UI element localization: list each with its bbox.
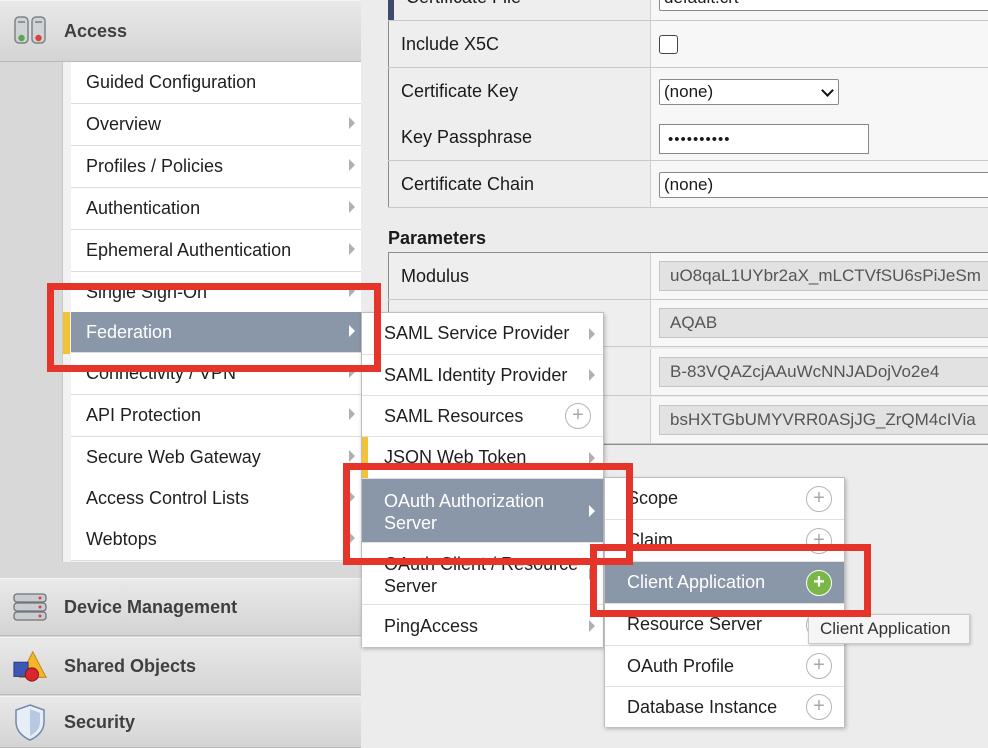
row-certificate-file: Certificate File default.crt (388, 0, 988, 21)
nav-section-shared-objects[interactable]: Shared Objects (0, 637, 361, 695)
add-icon[interactable]: + (565, 403, 591, 429)
access-item-label: Profiles / Policies (86, 156, 224, 176)
menu-item-scope[interactable]: Scope + (605, 478, 844, 520)
chevron-right-icon (349, 201, 355, 213)
certificate-file-value: default.crt (664, 0, 739, 8)
menu-item-pingaccess[interactable]: PingAccess (362, 605, 603, 647)
parameter-cell: AQAB (651, 300, 988, 346)
chevron-right-icon (589, 369, 595, 381)
chevron-right-icon (349, 159, 355, 171)
nav-section-access[interactable]: Access (0, 0, 361, 62)
parameters-heading: Parameters (388, 228, 487, 248)
add-icon[interactable]: + (806, 653, 832, 679)
certificate-chain-cell: (none) (651, 161, 988, 207)
access-item-label: Webtops (86, 529, 157, 549)
menu-item-saml-service-provider[interactable]: SAML Service Provider (362, 313, 603, 355)
row-include-x5c: Include X5C (388, 21, 988, 68)
menu-item-label: OAuth Profile (627, 655, 735, 676)
parameter-value: bsHXTGbUMYVRR0ASjJG_ZrQM4cIVia (659, 405, 988, 435)
highlight-box-federation (47, 283, 381, 372)
parameter-cell: bsHXTGbUMYVRR0ASjJG_ZrQM4cIVia (651, 397, 988, 443)
access-item-secure-web-gateway[interactable]: Secure Web Gateway (71, 437, 362, 479)
chevron-right-icon (589, 620, 595, 632)
key-passphrase-input[interactable]: •••••••••• (659, 124, 869, 154)
certificate-key-value: (none) (664, 82, 714, 101)
main-navigation: Access Guided Configuration Overview Pro… (0, 0, 362, 748)
access-icon (12, 13, 48, 49)
chevron-right-icon (349, 117, 355, 129)
nav-section-shared-objects-label: Shared Objects (64, 655, 197, 676)
chevron-right-icon (349, 243, 355, 255)
add-icon[interactable]: + (806, 694, 832, 720)
certificate-key-label: Certificate Key (388, 68, 651, 114)
modulus-label: Modulus (388, 253, 651, 299)
menu-item-label: SAML Resources (384, 405, 524, 426)
menu-item-label: SAML Service Provider (384, 323, 570, 343)
server-icon (12, 589, 48, 625)
shield-icon (12, 704, 48, 741)
add-icon[interactable]: + (806, 485, 832, 512)
access-item-label: Authentication (86, 198, 201, 218)
row-modulus: Modulus uO8qaL1UYbr2aX_mLCTVfSU6sPiJeSm (388, 253, 988, 300)
certificate-file-cell: default.crt (651, 0, 988, 20)
menu-item-label: PingAccess (384, 615, 479, 636)
menu-item-database-instance[interactable]: Database Instance + (605, 687, 844, 727)
access-item-webtops[interactable]: Webtops (71, 519, 362, 561)
chevron-right-icon (589, 327, 595, 340)
access-item-ephemeral-authentication[interactable]: Ephemeral Authentication (71, 230, 362, 272)
menu-item-label: Database Instance (627, 696, 778, 717)
modulus-cell: uO8qaL1UYbr2aX_mLCTVfSU6sPiJeSm (651, 253, 988, 299)
access-item-overview[interactable]: Overview (71, 104, 362, 146)
access-item-label: API Protection (86, 405, 202, 425)
key-passphrase-cell: •••••••••• (651, 114, 988, 160)
menu-item-label: Scope (627, 488, 679, 508)
certificate-chain-label: Certificate Chain (388, 161, 651, 207)
access-item-label: Ephemeral Authentication (86, 240, 292, 260)
chevron-right-icon (349, 450, 355, 462)
parameter-cell: B-83VQAZcjAAuWcNNJADojVo2e4 (651, 349, 988, 395)
highlight-box-client-application (590, 544, 871, 617)
parameter-value: AQAB (659, 308, 988, 338)
certificate-key-cell: (none) (651, 68, 988, 114)
nav-section-device-management[interactable]: Device Management (0, 578, 361, 636)
access-item-authentication[interactable]: Authentication (71, 188, 362, 230)
access-item-label: Overview (86, 114, 162, 134)
include-x5c-checkbox[interactable] (659, 35, 678, 54)
chevron-right-icon (589, 451, 595, 464)
tooltip: Client Application (808, 614, 970, 644)
menu-item-oauth-profile[interactable]: OAuth Profile + (605, 646, 844, 687)
nav-section-device-management-label: Device Management (64, 596, 238, 617)
include-x5c-cell (651, 21, 988, 67)
modulus-value: uO8qaL1UYbr2aX_mLCTVfSU6sPiJeSm (659, 261, 988, 291)
nav-section-access-label: Access (64, 20, 128, 41)
parameter-value: B-83VQAZcjAAuWcNNJADojVo2e4 (659, 357, 988, 387)
access-item-api-protection[interactable]: API Protection (71, 395, 362, 437)
access-item-label: Secure Web Gateway (86, 447, 261, 467)
key-passphrase-label: Key Passphrase (388, 114, 651, 160)
menu-item-saml-identity-provider[interactable]: SAML Identity Provider (362, 355, 603, 396)
menu-item-saml-resources[interactable]: SAML Resources + (362, 396, 603, 437)
menu-item-label: Resource Server (627, 614, 763, 634)
chevron-down-icon (821, 84, 834, 97)
row-certificate-key: Certificate Key (none) (388, 68, 988, 115)
certificate-file-select[interactable]: default.crt (659, 0, 988, 11)
access-item-label: Access Control Lists (86, 488, 250, 508)
menu-item-label: SAML Identity Provider (384, 364, 568, 385)
certificate-chain-select[interactable]: (none) (659, 172, 988, 198)
access-item-access-control-lists[interactable]: Access Control Lists (71, 478, 362, 520)
row-certificate-chain: Certificate Chain (none) (388, 161, 988, 208)
certificate-chain-value: (none) (664, 175, 714, 194)
access-item-profiles-policies[interactable]: Profiles / Policies (71, 146, 362, 188)
include-x5c-label: Include X5C (388, 21, 651, 67)
access-item-guided-configuration[interactable]: Guided Configuration (71, 62, 362, 104)
access-item-label: Guided Configuration (86, 72, 257, 92)
row-key-passphrase: Key Passphrase •••••••••• (388, 114, 988, 161)
nav-section-security[interactable]: Security (0, 696, 361, 748)
nav-section-security-label: Security (64, 711, 136, 732)
chevron-right-icon (349, 408, 355, 420)
shapes-icon (12, 648, 48, 684)
certificate-key-select[interactable]: (none) (659, 79, 839, 105)
certificate-file-label: Certificate File (388, 0, 651, 20)
